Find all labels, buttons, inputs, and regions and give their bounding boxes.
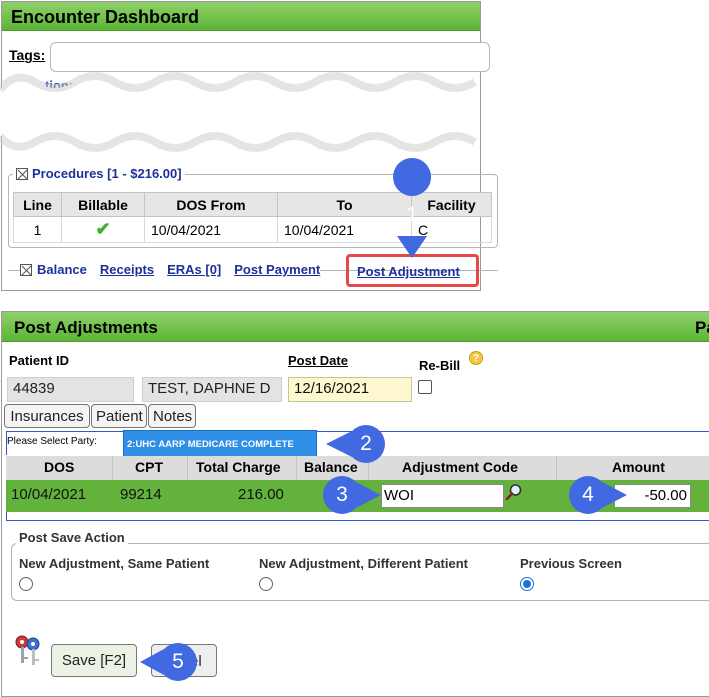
col-line: Line [13, 192, 62, 217]
radio-previous-screen[interactable] [520, 577, 534, 591]
post-date-input[interactable]: 12/16/2021 [288, 377, 412, 402]
tab-insurances[interactable]: Insurances [4, 404, 90, 428]
magnifier-lookup-icon[interactable] [505, 483, 523, 501]
eras-link[interactable]: ERAs [0] [167, 262, 221, 277]
check-icon: ✔ [95, 219, 111, 239]
collapse-toggle-icon[interactable] [20, 263, 32, 276]
col-to: To [277, 192, 412, 217]
col-dos-from: DOS From [144, 192, 278, 217]
billable-cell: ✔ [61, 216, 145, 243]
cell-dos-from: 10/04/2021 [144, 216, 278, 243]
amount-input[interactable]: -50.00 [614, 484, 691, 508]
rebill-label: Re-Bill [419, 358, 461, 373]
balance-toolbar: Balance Receipts ERAs [0] Post Payment [20, 262, 321, 277]
keys-icon [15, 635, 40, 665]
receipts-link[interactable]: Receipts [100, 262, 154, 277]
tab-patient[interactable]: Patient [91, 404, 147, 428]
page-title: Post Adjustments [14, 318, 158, 337]
balance-label: Balance [37, 262, 87, 277]
post-save-action-legend: Post Save Action [16, 530, 128, 545]
help-icon[interactable]: ? [469, 351, 483, 365]
patient-id-field: 44839 [7, 377, 134, 402]
callout-5-number: 5 [172, 650, 184, 673]
post-date-label: Post Date [288, 353, 348, 368]
title-right-partial: Pa [695, 318, 709, 337]
redaction-wave [0, 72, 480, 152]
cell-total-charge: 216.00 [238, 486, 284, 503]
col-adjustment-code: Adjustment Code [402, 459, 518, 475]
col-cpt: CPT [135, 459, 163, 475]
radio-label-different-patient: New Adjustment, Different Patient [259, 556, 468, 571]
cell-dos: 10/04/2021 [11, 486, 87, 503]
callout-2-number: 2 [360, 432, 372, 455]
title-bar: Post Adjustments Pa [2, 312, 709, 342]
radio-different-patient[interactable] [259, 577, 273, 591]
col-total-charge: Total Charge [196, 459, 281, 475]
col-billable: Billable [61, 192, 145, 217]
radio-same-patient[interactable] [19, 577, 33, 591]
post-payment-link[interactable]: Post Payment [234, 262, 320, 277]
collapse-toggle-icon[interactable] [16, 167, 28, 180]
tab-notes[interactable]: Notes [148, 404, 196, 428]
post-adjustment-link[interactable]: Post Adjustment [357, 264, 460, 279]
adjustment-code-input[interactable]: WOI [381, 484, 504, 508]
procedures-legend[interactable]: Procedures [1 - $216.00] [13, 166, 185, 181]
adjustment-row[interactable] [6, 480, 709, 512]
party-label: Please Select Party: [7, 436, 98, 447]
cell-cpt: 99214 [120, 486, 162, 503]
party-select[interactable]: 2:UHC AARP MEDICARE COMPLETE [123, 430, 317, 457]
callout-3-number: 3 [336, 483, 348, 506]
procedures-legend-text: Procedures [1 - $216.00] [32, 166, 182, 181]
cell-to: 10/04/2021 [277, 216, 412, 243]
callout-4-number: 4 [582, 483, 594, 506]
post-save-action-fieldset [11, 543, 709, 601]
radio-label-previous-screen: Previous Screen [520, 556, 622, 571]
page-title: Encounter Dashboard [11, 7, 200, 27]
col-amount: Amount [612, 459, 665, 475]
rebill-checkbox[interactable] [418, 380, 432, 394]
col-dos: DOS [44, 459, 75, 475]
cell-line: 1 [13, 216, 62, 243]
patient-name-field: TEST, DAPHNE D [142, 377, 282, 402]
callout-1-number: 1 [406, 203, 418, 226]
radio-label-same-patient: New Adjustment, Same Patient [19, 556, 210, 571]
title-bar: Encounter Dashboard [2, 2, 480, 31]
patient-id-label: Patient ID [9, 353, 69, 368]
tags-label: Tags: [9, 47, 46, 63]
col-balance: Balance [304, 459, 358, 475]
save-button[interactable]: Save [F2] [51, 644, 137, 677]
